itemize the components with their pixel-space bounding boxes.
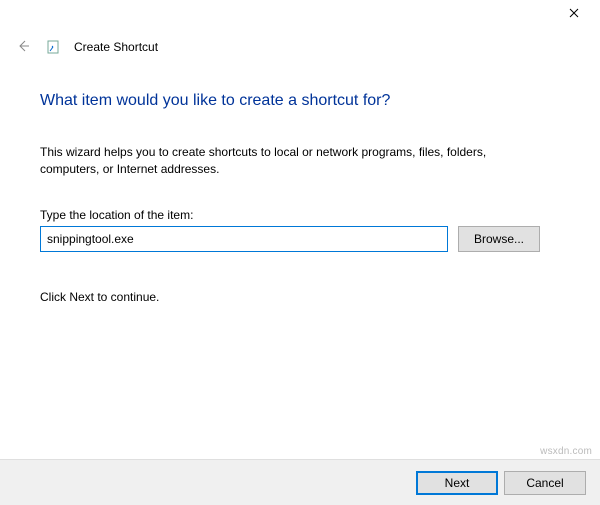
next-button[interactable]: Next — [416, 471, 498, 495]
browse-button[interactable]: Browse... — [458, 226, 540, 252]
continue-hint: Click Next to continue. — [40, 290, 560, 304]
shortcut-wizard-icon — [46, 40, 60, 54]
location-row: Browse... — [40, 226, 560, 252]
header-row: Create Shortcut — [0, 32, 600, 56]
wizard-title: Create Shortcut — [74, 40, 158, 54]
close-button[interactable] — [551, 0, 596, 28]
footer: Next Cancel — [0, 459, 600, 505]
back-button[interactable] — [14, 38, 32, 56]
wizard-description: This wizard helps you to create shortcut… — [40, 144, 520, 178]
page-heading: What item would you like to create a sho… — [40, 92, 560, 110]
close-icon — [569, 7, 579, 21]
watermark: wsxdn.com — [540, 446, 592, 457]
content-area: What item would you like to create a sho… — [0, 92, 600, 304]
location-input[interactable] — [40, 226, 448, 252]
back-arrow-icon — [16, 39, 30, 56]
titlebar — [0, 0, 600, 32]
location-label: Type the location of the item: — [40, 208, 560, 222]
cancel-button[interactable]: Cancel — [504, 471, 586, 495]
